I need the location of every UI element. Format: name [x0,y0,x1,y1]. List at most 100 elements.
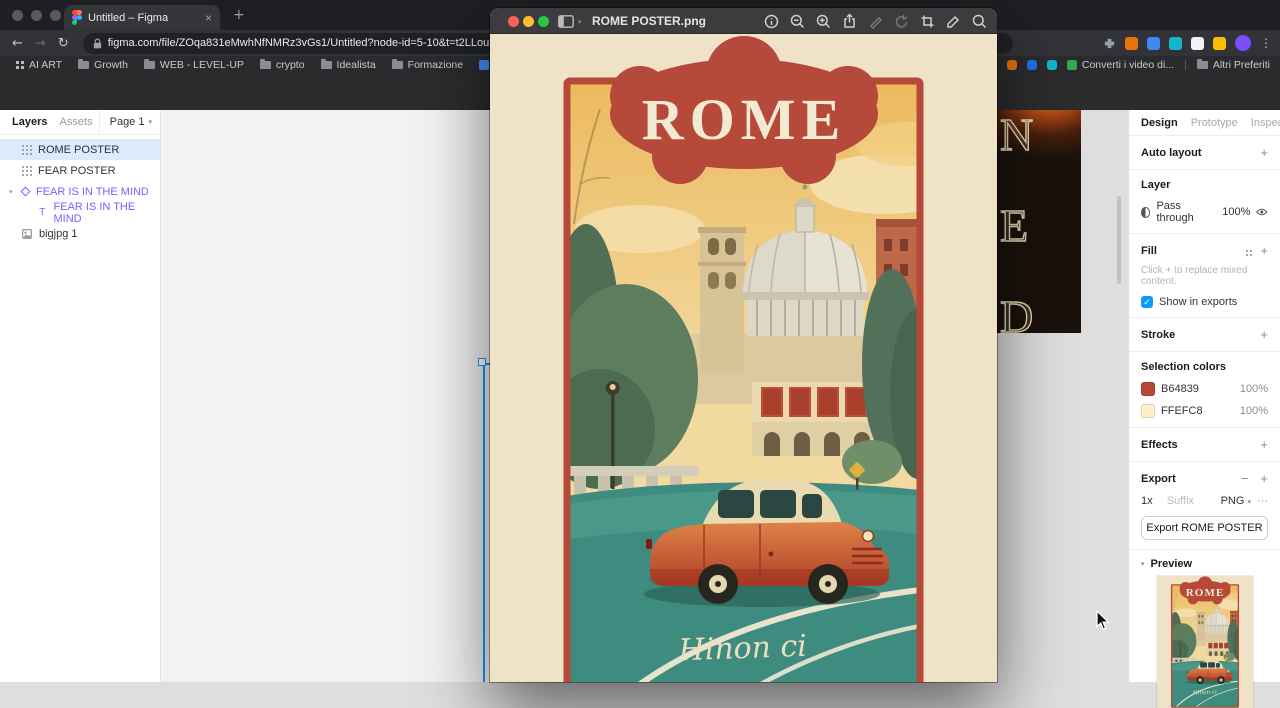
color-hex-value[interactable]: FFEFC8 [1161,405,1203,417]
add-effect-button[interactable]: + [1260,437,1268,452]
tab-layers[interactable]: Layers [12,116,47,128]
bookmark-item[interactable]: AI ART [16,59,62,71]
extensions-puzzle-icon[interactable] [1103,37,1116,50]
bookmarks-divider: | [1184,59,1187,71]
visibility-eye-icon[interactable] [1256,207,1268,217]
crop-icon[interactable] [920,14,935,29]
new-tab-button[interactable]: + [233,7,245,23]
selection-handle[interactable] [478,358,486,366]
blend-mode-select[interactable]: Pass through [1156,200,1210,224]
show-in-exports-checkbox[interactable]: ✓ [1141,296,1153,308]
minimize-window-icon[interactable] [523,15,534,27]
extension-icon[interactable] [1125,36,1138,50]
layer-opacity-input[interactable]: 100% [1222,206,1250,218]
chevron-down-icon: ▾ [148,119,152,126]
tab-close-icon[interactable]: × [205,11,212,25]
fill-styles-icon[interactable] [1246,249,1249,252]
tab-assets[interactable]: Assets [59,116,92,128]
add-auto-layout-button[interactable]: + [1260,145,1268,160]
expand-chevron-icon[interactable]: ▾ [9,188,13,196]
color-swatch[interactable] [1141,404,1155,418]
export-suffix-input[interactable]: Suffix [1167,495,1215,507]
layer-item-fear-poster[interactable]: FEAR POSTER [0,160,160,181]
canvas-artboard[interactable] [161,110,490,682]
preview-window-titlebar[interactable]: ▾ ROME POSTER.png [490,8,997,34]
add-stroke-button[interactable]: + [1260,327,1268,342]
tab-design[interactable]: Design [1141,117,1178,129]
layer-name: ROME POSTER [38,143,120,156]
zoom-in-icon[interactable] [816,14,831,29]
bookmark-folder[interactable]: Growth [78,59,128,71]
layer-item-bigjpg[interactable]: bigjpg 1 [0,223,160,244]
close-window-icon[interactable] [12,10,23,21]
stroke-section-label: Stroke [1141,328,1176,341]
poster-title: ROME [642,87,846,152]
bookmark-favicon[interactable] [1006,60,1017,70]
window-controls[interactable] [12,10,69,24]
share-icon[interactable] [842,13,857,29]
extension-icon[interactable] [1147,36,1160,50]
forward-button[interactable]: → [35,36,46,51]
bookmark-folder[interactable]: WEB - LEVEL-UP [143,59,244,71]
color-swatch[interactable] [1141,382,1155,396]
frame-icon [22,145,24,147]
markup-pencil-icon[interactable] [868,14,883,29]
extension-icon[interactable] [1191,36,1204,50]
page-selector[interactable]: Page 1 ▾ [98,110,160,134]
export-section-label: Export [1141,472,1176,485]
close-window-icon[interactable] [508,15,519,27]
preview-collapse-icon[interactable]: ▾ [1141,560,1145,568]
extension-icon[interactable] [1213,36,1226,50]
zoom-window-icon[interactable] [50,10,61,21]
zoom-window-icon[interactable] [538,15,549,27]
preview-window-title: ROME POSTER.png [592,14,706,28]
calendar-icon [479,60,490,70]
bookmark-favicon[interactable] [1046,60,1057,70]
back-button[interactable]: ← [12,36,23,51]
search-icon[interactable] [972,14,987,29]
bookmark-item[interactable]: Converti i video di... [1066,59,1174,71]
reload-button[interactable]: ↻ [58,36,69,51]
sidebar-toggle-icon[interactable] [558,15,574,28]
color-opacity-value[interactable]: 100% [1240,383,1268,395]
browser-tab[interactable]: Untitled – Figma × [64,5,220,30]
other-bookmarks[interactable]: Altri Preferiti [1196,59,1270,71]
color-hex-value[interactable]: B64839 [1161,383,1199,395]
export-rome-poster-button[interactable]: Export ROME POSTER [1141,516,1268,540]
export-options-button[interactable]: ··· [1257,495,1268,507]
add-export-button[interactable]: + [1260,471,1268,486]
tab-inspect[interactable]: Inspect [1251,117,1280,129]
bookmark-favicon[interactable] [1026,60,1037,70]
bookmark-folder[interactable]: Idealista [320,59,376,71]
layer-item-fear-text[interactable]: T FEAR IS IN THE MIND [0,201,160,225]
minimize-window-icon[interactable] [31,10,42,21]
preview-section-label: Preview [1150,558,1193,570]
remove-export-button[interactable]: − [1241,471,1249,486]
highlight-pen-icon[interactable] [946,14,961,29]
inspector-panel: Design Prototype Inspect Auto layout + L… [1128,110,1280,682]
page-label: Page 1 [109,116,145,128]
add-fill-button[interactable]: + [1260,243,1268,258]
sidebar-chevron-icon[interactable]: ▾ [578,18,582,26]
folder-icon [320,59,332,69]
fear-poster-letter: D [999,291,1034,333]
fear-poster-canvas-object[interactable]: N E D [995,110,1081,333]
bookmark-folder[interactable]: Formazione [391,59,463,71]
url-text: figma.com/file/ZOqa831eMwhNfNMRz3vGs1/Un… [107,37,544,49]
rotate-icon[interactable] [894,14,909,29]
browser-menu-icon[interactable]: ⋮ [1260,36,1272,50]
profile-avatar[interactable] [1235,35,1251,51]
info-icon[interactable] [764,14,779,29]
canvas-scrollbar[interactable] [1117,196,1121,284]
layer-item-rome-poster[interactable]: ROME POSTER [0,139,160,160]
preview-window[interactable]: ▾ ROME POSTER.png Hinon ci ROME [490,8,997,682]
bookmark-folder[interactable]: crypto [259,59,305,71]
extension-icon[interactable] [1169,36,1182,50]
zoom-out-icon[interactable] [790,14,805,29]
color-opacity-value[interactable]: 100% [1240,405,1268,417]
export-scale-select[interactable]: 1x [1141,495,1153,507]
export-format-select[interactable]: PNG ▾ [1221,495,1251,507]
layer-section-label: Layer [1141,179,1171,191]
tab-prototype[interactable]: Prototype [1191,117,1238,129]
layer-item-fear-component[interactable]: ▾ FEAR IS IN THE MIND [0,181,160,202]
